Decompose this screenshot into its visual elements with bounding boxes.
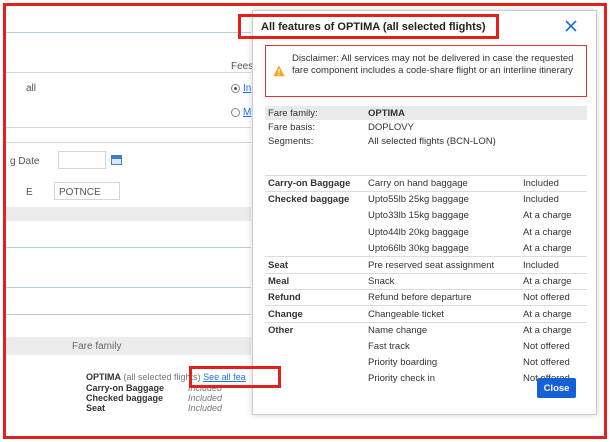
info-row: Fare basis: DOPLOVY	[265, 120, 587, 134]
fare-family-header: Fare family	[72, 341, 122, 352]
feature-category: Change	[268, 308, 303, 320]
feature-description: Upto55lb 25kg baggage	[368, 194, 469, 206]
fees-option-1-link[interactable]: In	[243, 83, 251, 94]
fare-family-header-band	[6, 337, 251, 355]
fare-summary-name: OPTIMA	[86, 372, 121, 382]
divider	[6, 287, 251, 288]
feature-status: Not offered	[523, 340, 570, 352]
feature-status: At a charge	[523, 242, 572, 254]
feature-description: Name change	[368, 324, 428, 336]
info-row: Fare family: OPTIMA	[265, 106, 587, 120]
feature-description: Priority check in	[368, 373, 436, 385]
feature-description: Fast track	[368, 340, 410, 352]
divider	[6, 72, 251, 73]
feature-status: Included	[523, 259, 559, 271]
features-table: Carry-on Baggage Carry on hand baggage Inc…	[265, 175, 587, 387]
feature-row: Seat Pre reserved seat assignment Included	[265, 256, 587, 272]
info-value: All selected flights (BCN-LON)	[368, 135, 496, 147]
divider	[6, 32, 251, 33]
modal-title-highlight	[238, 14, 499, 39]
info-row: Segments: All selected flights (BCN-LON)	[265, 134, 587, 148]
disclaimer-text: Disclaimer: All services may not be deli…	[292, 53, 574, 76]
fare-info-table: Fare family: OPTIMA Fare basis: DOPLOVY …	[265, 106, 587, 148]
feature-row: Priority boarding Not offered	[265, 354, 587, 370]
feature-status: Included	[523, 194, 559, 206]
info-label: Fare basis:	[268, 121, 315, 133]
divider	[6, 142, 251, 143]
summary-row-label: Carry-on Baggage	[86, 383, 165, 393]
info-value: OPTIMA	[368, 107, 405, 119]
summary-row-value: Included	[188, 403, 223, 413]
feature-status: At a charge	[523, 324, 572, 336]
feature-row: Refund Refund before departure Not offered	[265, 289, 587, 305]
info-label: Fare family:	[268, 107, 318, 119]
feature-status: At a charge	[523, 308, 572, 320]
info-value: DOPLOVY	[368, 121, 414, 133]
feature-category: Checked baggage	[268, 194, 350, 206]
feature-status: Included	[523, 178, 559, 190]
feature-description: Upto44lb 20kg baggage	[368, 226, 469, 238]
calendar-icon[interactable]	[111, 155, 122, 165]
feature-category: Refund	[268, 292, 301, 304]
date-input[interactable]	[58, 151, 106, 169]
feature-row: Upto33lb 15kg baggage At a charge	[265, 208, 587, 224]
disclaimer-box: Disclaimer: All services may not be deli…	[265, 45, 587, 97]
see-all-link-highlight	[189, 366, 281, 388]
feature-description: Refund before departure	[368, 292, 472, 304]
feature-row: Carry-on Baggage Carry on hand baggage Inc…	[265, 175, 587, 191]
close-icon[interactable]	[562, 17, 580, 35]
feature-description: Changeable ticket	[368, 308, 445, 320]
feature-category: Other	[268, 324, 294, 336]
summary-row: Checked baggage Included	[86, 393, 246, 403]
date-label: g Date	[10, 156, 40, 167]
feature-description: Priority boarding	[368, 356, 438, 368]
feature-status: At a charge	[523, 275, 572, 287]
summary-row-value: Included	[188, 393, 223, 403]
feature-status: At a charge	[523, 226, 572, 238]
feature-status: Not offered	[523, 356, 570, 368]
feature-category: Seat	[268, 259, 289, 271]
feature-status: Not offered	[523, 292, 570, 304]
info-label: Segments:	[268, 135, 314, 147]
features-modal: All features of OPTIMA (all selected fli…	[252, 10, 597, 415]
summary-row-label: Checked baggage	[86, 393, 164, 403]
summary-row-label: Seat	[86, 403, 106, 413]
feature-category: Meal	[268, 275, 290, 287]
feature-row: Upto44lb 20kg baggage At a charge	[265, 224, 587, 240]
feature-status: At a charge	[523, 210, 572, 222]
feature-row: Meal Snack At a charge	[265, 272, 587, 289]
feature-row: Upto66lb 30kg baggage At a charge	[265, 240, 587, 256]
feature-row: Change Changeable ticket At a charge	[265, 305, 587, 321]
section-band	[6, 207, 251, 221]
fees-radio-2[interactable]	[231, 108, 240, 117]
code-value: POTNCE	[59, 187, 101, 198]
divider	[6, 247, 251, 248]
divider	[6, 314, 251, 315]
code-left-label: E	[26, 187, 33, 198]
close-button[interactable]: Close	[537, 378, 576, 398]
fees-radio-1[interactable]	[231, 84, 240, 93]
fees-option-2-link[interactable]: M	[243, 107, 251, 118]
feature-row: Other Name change At a charge	[265, 321, 587, 338]
feature-row: Fast track Not offered	[265, 338, 587, 354]
feature-description: Upto66lb 30kg baggage	[368, 242, 469, 254]
feature-description: Upto33lb 15kg baggage	[368, 210, 469, 222]
feature-description: Pre reserved seat assignment	[368, 259, 495, 271]
feature-row: Checked baggage Upto55lb 25kg baggage Incl…	[265, 191, 587, 207]
feature-description: Carry on hand baggage	[368, 178, 468, 190]
summary-row: Seat Included	[86, 403, 246, 413]
feature-category: Carry-on Baggage	[268, 178, 351, 190]
warning-icon	[273, 65, 285, 77]
feature-description: Snack	[368, 275, 395, 287]
all-label: all	[26, 83, 37, 94]
divider	[6, 127, 251, 128]
fees-label: Fees	[231, 61, 254, 72]
